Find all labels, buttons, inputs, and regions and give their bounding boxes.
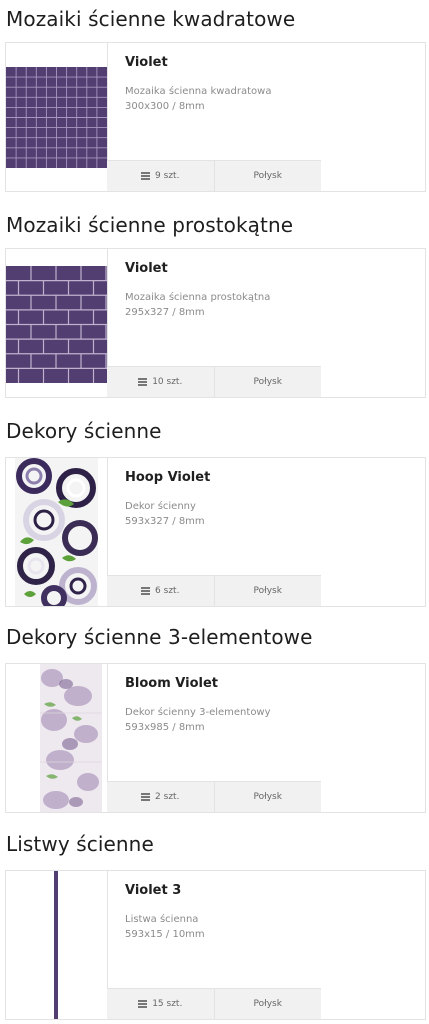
product-thumbnail[interactable] (6, 43, 108, 191)
product-thumbnail[interactable] (6, 249, 108, 397)
product-size: 593x985 / 8mm (125, 722, 205, 733)
square-mosaic-icon (6, 67, 107, 168)
product-attributes: 6 szt. Połysk (107, 575, 321, 606)
product-thumbnail[interactable] (6, 458, 108, 606)
product-thumbnail[interactable] (6, 871, 108, 1019)
hoop-decor-icon (15, 458, 98, 606)
product-card[interactable]: Bloom Violet Dekor ścienny 3-elementowy … (5, 663, 426, 813)
product-type: Mozaika ścienna prostokątna (125, 292, 271, 303)
package-quantity-text: 9 szt. (155, 171, 180, 181)
rectangular-mosaic-icon (6, 266, 107, 383)
package-icon (138, 1000, 148, 1008)
package-icon (138, 378, 148, 386)
package-icon (141, 793, 151, 801)
package-icon (141, 172, 151, 180)
product-attributes: 15 szt. Połysk (107, 988, 321, 1019)
product-type: Dekor ścienny (125, 501, 196, 512)
product-name[interactable]: Hoop Violet (125, 470, 417, 485)
section-title: Dekory ścienne (6, 419, 162, 443)
border-strip-icon (54, 871, 58, 1019)
product-card[interactable]: Violet Mozaika ścienna prostokątna 295x3… (5, 248, 426, 398)
package-quantity: 2 szt. (107, 782, 214, 812)
section-title: Mozaiki ścienne kwadratowe (6, 7, 296, 31)
product-size: 593x327 / 8mm (125, 516, 205, 527)
product-card[interactable]: Violet 3 Listwa ścienna 593x15 / 10mm 15… (5, 870, 426, 1020)
section-title: Listwy ścienne (6, 832, 154, 856)
product-attributes: 2 szt. Połysk (107, 781, 321, 812)
product-name[interactable]: Bloom Violet (125, 676, 417, 691)
package-quantity-text: 6 szt. (155, 586, 180, 596)
section-rectangular-mosaics: Mozaiki ścienne prostokątne Violet Mozai… (0, 209, 429, 398)
product-name[interactable]: Violet 3 (125, 883, 417, 898)
section-wall-decors: Dekory ścienne Hoop Violet Dekor ścienny… (0, 415, 429, 607)
package-quantity-text: 15 szt. (152, 999, 183, 1009)
surface-finish: Połysk (213, 367, 321, 397)
product-attributes: 10 szt. Połysk (107, 366, 321, 397)
package-quantity: 9 szt. (107, 161, 214, 191)
surface-finish: Połysk (213, 989, 321, 1019)
package-quantity: 10 szt. (107, 367, 214, 397)
surface-finish: Połysk (213, 782, 321, 812)
package-quantity: 15 szt. (107, 989, 214, 1019)
product-name[interactable]: Violet (125, 55, 417, 70)
section-title: Mozaiki ścienne prostokątne (6, 213, 294, 237)
product-size: 593x15 / 10mm (125, 929, 205, 940)
product-type: Mozaika ścienna kwadratowa (125, 86, 272, 97)
product-name[interactable]: Violet (125, 261, 417, 276)
section-square-mosaics: Mozaiki ścienne kwadratowe Violet Mozaik… (0, 3, 429, 192)
product-card[interactable]: Hoop Violet Dekor ścienny 593x327 / 8mm … (5, 457, 426, 607)
package-quantity-text: 2 szt. (155, 792, 180, 802)
package-icon (141, 587, 151, 595)
bloom-decor-icon (40, 664, 102, 812)
product-card[interactable]: Violet Mozaika ścienna kwadratowa 300x30… (5, 42, 426, 192)
product-size: 300x300 / 8mm (125, 101, 205, 112)
section-title: Dekory ścienne 3-elementowe (6, 625, 313, 649)
product-attributes: 9 szt. Połysk (107, 160, 321, 191)
surface-finish: Połysk (213, 161, 321, 191)
product-type: Dekor ścienny 3-elementowy (125, 707, 271, 718)
surface-finish: Połysk (213, 576, 321, 606)
package-quantity: 6 szt. (107, 576, 214, 606)
product-thumbnail[interactable] (6, 664, 108, 812)
section-3-piece-decors: Dekory ścienne 3-elementowe Bloom Violet… (0, 621, 429, 813)
package-quantity-text: 10 szt. (152, 377, 183, 387)
product-type: Listwa ścienna (125, 914, 199, 925)
section-wall-borders: Listwy ścienne Violet 3 Listwa ścienna 5… (0, 828, 429, 1020)
product-size: 295x327 / 8mm (125, 307, 205, 318)
